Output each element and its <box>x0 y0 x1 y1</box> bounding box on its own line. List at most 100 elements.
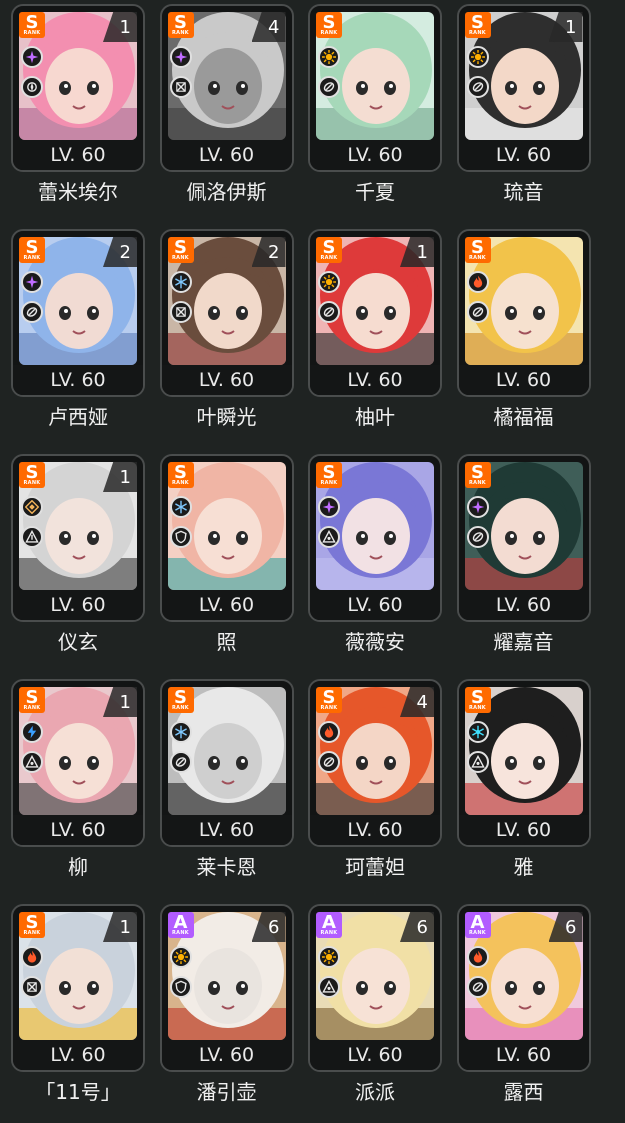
agent-level: LV. 60 <box>161 590 292 620</box>
snowflake-icon <box>169 271 192 293</box>
agent-cell: S RANK 1 LV. 60 仪玄 <box>11 454 151 659</box>
agent-cell: S RANK LV. 60 橘福福 <box>456 229 597 434</box>
agent-card[interactable]: S RANK 1 LV. 60 <box>11 4 145 172</box>
rank-badge: S RANK <box>167 687 194 713</box>
rank-caption: RANK <box>469 930 486 936</box>
agent-name: 柳 <box>68 855 88 879</box>
rank-caption: RANK <box>469 705 486 711</box>
anomaly-icon <box>318 976 340 998</box>
agent-name: 橘福福 <box>493 405 554 429</box>
agent-name: 千夏 <box>355 180 395 204</box>
agent-cell: S RANK LV. 60 薇薇安 <box>308 454 448 659</box>
rank-caption: RANK <box>320 255 338 261</box>
agent-cell: S RANK 1 LV. 60 琉音 <box>456 4 597 209</box>
rank-caption: RANK <box>469 255 486 261</box>
agent-level: LV. 60 <box>161 140 292 170</box>
agent-name: 卢西娅 <box>48 405 108 429</box>
agent-cell: S RANK 1 LV. 60 柳 <box>11 679 151 884</box>
agent-level: LV. 60 <box>458 815 589 845</box>
agent-cell: S RANK LV. 60 千夏 <box>308 4 448 209</box>
agent-level: LV. 60 <box>161 365 292 395</box>
rank-badge: A RANK <box>464 912 491 938</box>
rank-caption: RANK <box>172 930 189 936</box>
agent-level: LV. 60 <box>13 140 143 170</box>
agent-cell: A RANK 6 LV. 60 潘引壶 <box>159 904 300 1109</box>
agent-card[interactable]: S RANK LV. 60 <box>456 229 591 397</box>
agent-level: LV. 60 <box>13 365 143 395</box>
sun-icon <box>466 46 489 68</box>
sun-icon <box>318 46 340 68</box>
agent-cell: A RANK 6 LV. 60 露西 <box>456 904 597 1109</box>
rank-badge: S RANK <box>19 237 45 263</box>
agent-name: 薇薇安 <box>345 630 405 654</box>
stun-icon <box>21 301 43 323</box>
sparkle-icon <box>21 271 43 293</box>
rank-badge: S RANK <box>167 237 194 263</box>
agent-card[interactable]: S RANK LV. 60 <box>308 454 442 622</box>
sun-icon <box>318 946 340 968</box>
agent-cell: S RANK LV. 60 照 <box>159 454 300 659</box>
agent-card[interactable]: A RANK 6 LV. 60 <box>308 904 442 1072</box>
stun-icon <box>169 751 192 773</box>
agent-cell: S RANK LV. 60 耀嘉音 <box>456 454 597 659</box>
sparkle-icon <box>318 496 340 518</box>
attack-icon <box>21 976 43 998</box>
agent-card[interactable]: A RANK 6 LV. 60 <box>159 904 294 1072</box>
support-icon <box>21 76 43 98</box>
agent-name: 仪玄 <box>58 630 98 654</box>
stun-icon <box>466 76 489 98</box>
agent-card[interactable]: S RANK LV. 60 <box>308 4 442 172</box>
agent-level: LV. 60 <box>13 590 143 620</box>
agent-card[interactable]: S RANK 2 LV. 60 <box>11 229 145 397</box>
agent-cell: S RANK 2 LV. 60 叶瞬光 <box>159 229 300 434</box>
rank-caption: RANK <box>23 705 41 711</box>
rank-caption: RANK <box>172 705 189 711</box>
agent-cell: S RANK 1 LV. 60 柚叶 <box>308 229 448 434</box>
stun-icon <box>466 976 489 998</box>
agent-card[interactable]: S RANK 1 LV. 60 <box>11 454 145 622</box>
defense-icon <box>169 526 192 548</box>
agent-card[interactable]: A RANK 6 LV. 60 <box>456 904 591 1072</box>
rank-badge: S RANK <box>464 237 491 263</box>
agent-level: LV. 60 <box>458 1040 589 1070</box>
rank-badge: S RANK <box>316 237 342 263</box>
rank-badge: S RANK <box>316 12 342 38</box>
attack-icon <box>169 76 192 98</box>
sparkle-icon <box>21 46 43 68</box>
agent-level: LV. 60 <box>458 590 589 620</box>
agent-card[interactable]: S RANK 1 LV. 60 <box>11 904 145 1072</box>
agent-level: LV. 60 <box>13 1040 143 1070</box>
rank-badge: S RANK <box>167 12 194 38</box>
rank-badge: S RANK <box>464 687 491 713</box>
agent-card[interactable]: S RANK 4 LV. 60 <box>308 679 442 847</box>
agent-level: LV. 60 <box>310 1040 440 1070</box>
agent-card[interactable]: S RANK LV. 60 <box>456 454 591 622</box>
rank-caption: RANK <box>469 480 486 486</box>
agent-cell: S RANK 2 LV. 60 卢西娅 <box>11 229 151 434</box>
stun-icon <box>466 526 489 548</box>
rank-badge: A RANK <box>167 912 194 938</box>
agent-card[interactable]: S RANK LV. 60 <box>456 679 591 847</box>
agent-card[interactable]: S RANK LV. 60 <box>159 679 294 847</box>
rank-caption: RANK <box>23 30 41 36</box>
rank-caption: RANK <box>320 480 338 486</box>
agent-card[interactable]: S RANK LV. 60 <box>159 454 294 622</box>
rank-badge: S RANK <box>464 462 491 488</box>
agent-card[interactable]: S RANK 4 LV. 60 <box>159 4 294 172</box>
agent-cell: S RANK 4 LV. 60 珂蕾妲 <box>308 679 448 884</box>
agent-card[interactable]: S RANK 1 LV. 60 <box>308 229 442 397</box>
agent-card[interactable]: S RANK 2 LV. 60 <box>159 229 294 397</box>
rank-badge: S RANK <box>316 462 342 488</box>
attack-icon <box>169 301 192 323</box>
agent-name: 蕾米埃尔 <box>38 180 118 204</box>
agent-name: 耀嘉音 <box>493 630 554 654</box>
flame-icon <box>466 271 489 293</box>
anomaly-icon <box>21 751 43 773</box>
agent-card[interactable]: S RANK 1 LV. 60 <box>456 4 591 172</box>
stun-icon <box>466 301 489 323</box>
agent-level: LV. 60 <box>310 365 440 395</box>
agent-card[interactable]: S RANK 1 LV. 60 <box>11 679 145 847</box>
diamond-icon <box>21 496 43 518</box>
rank-badge: S RANK <box>464 12 491 38</box>
anomaly-icon <box>318 526 340 548</box>
